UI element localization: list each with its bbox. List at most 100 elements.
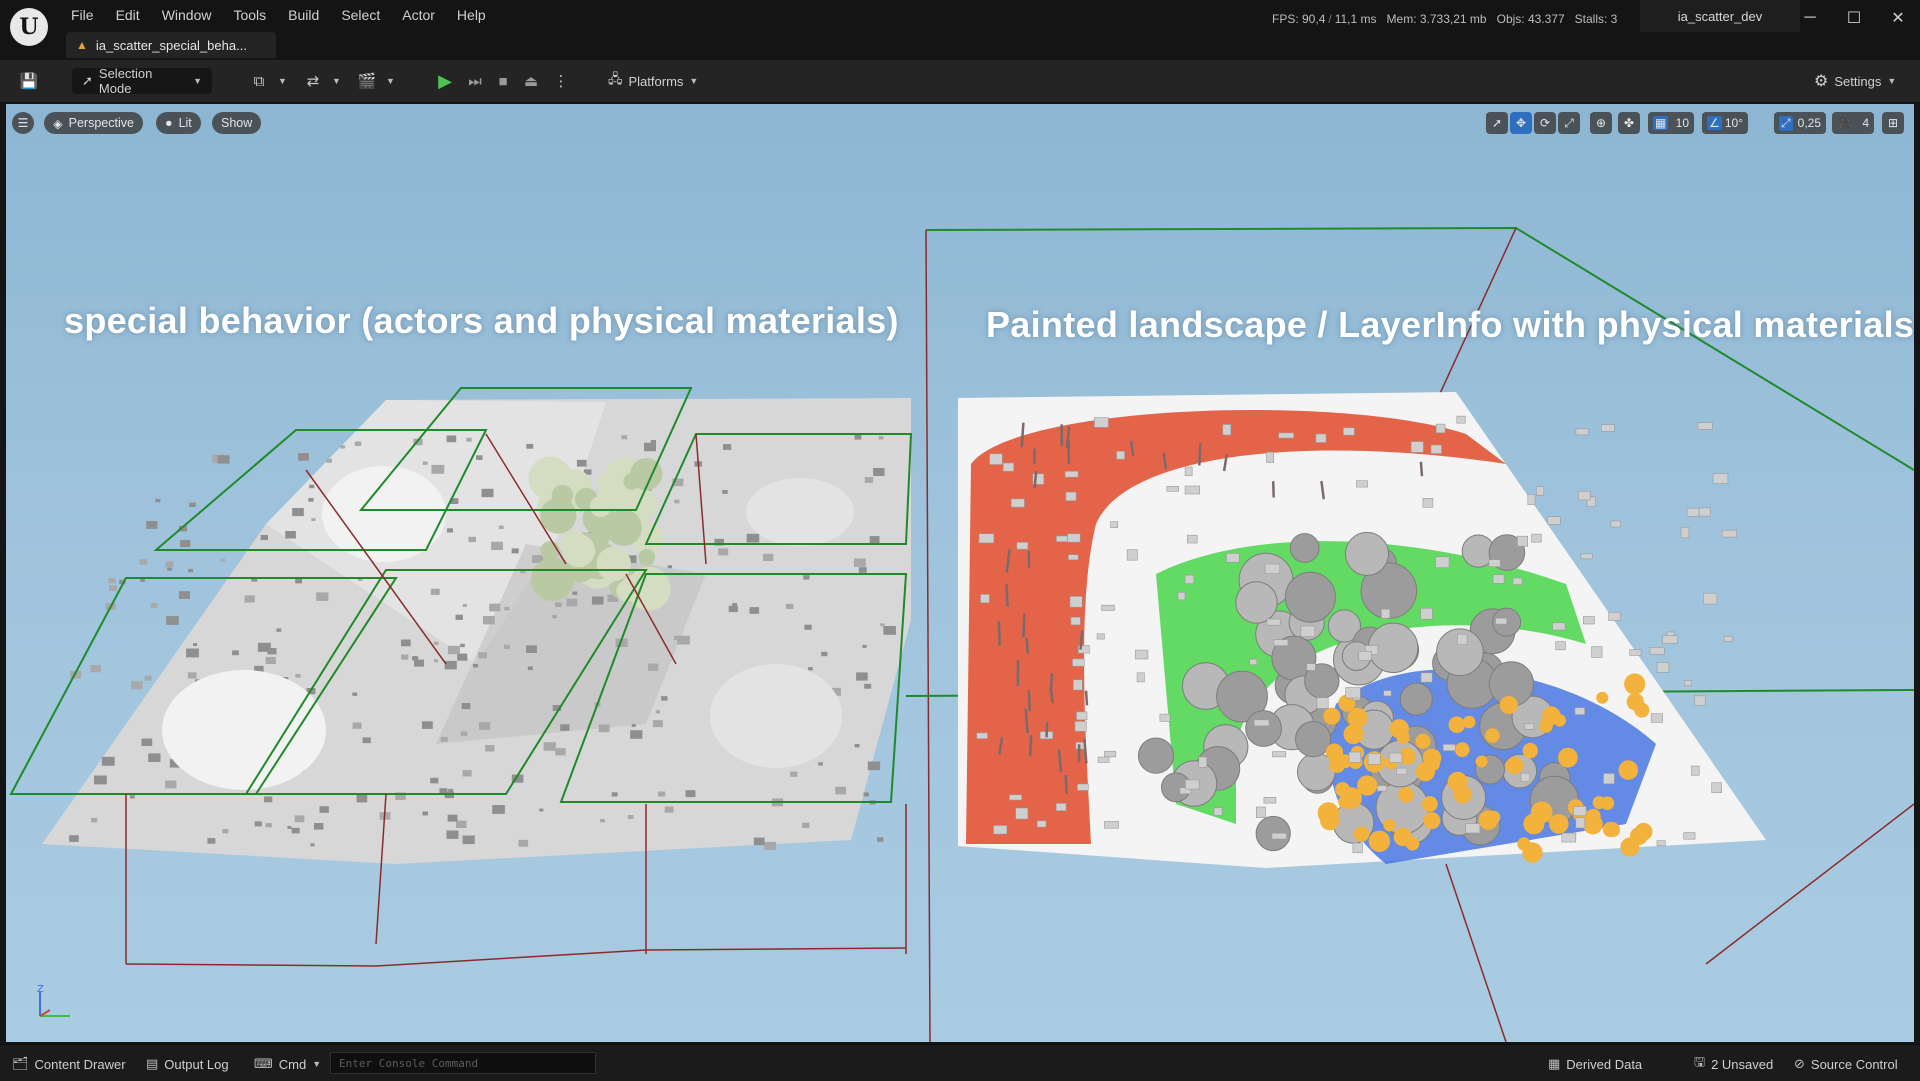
scatter-cube xyxy=(1016,808,1028,819)
scatter-cube xyxy=(1349,752,1361,762)
cmd-dropdown[interactable]: ⌨ Cmd ▼ xyxy=(254,1054,321,1074)
more-options-icon[interactable]: ⋮ xyxy=(548,68,574,94)
add-actor-button[interactable]: ⧉▼ xyxy=(246,68,287,94)
output-log-button[interactable]: ▤ Output Log xyxy=(146,1054,229,1074)
console-command-input[interactable] xyxy=(330,1052,596,1074)
scatter-rock xyxy=(90,665,100,672)
scatter-cube xyxy=(1421,608,1433,619)
scatter-rock xyxy=(855,744,860,747)
level-viewport[interactable]: special behavior (actors and physical ma… xyxy=(6,104,1914,1042)
scatter-cube xyxy=(1250,659,1257,664)
boulder-mesh xyxy=(1400,683,1432,715)
translate-tool-icon[interactable]: ✥ xyxy=(1510,112,1532,134)
scatter-rock xyxy=(264,797,272,803)
camera-icon: 🎥 xyxy=(1837,116,1852,130)
menu-tools[interactable]: Tools xyxy=(222,4,277,26)
selection-mode-dropdown[interactable]: ➚ Selection Mode ▼ xyxy=(72,68,212,94)
step-forward-icon[interactable]: ⏭ xyxy=(462,68,488,94)
select-tool-icon[interactable]: ➚ xyxy=(1486,112,1508,134)
scale-tool-icon[interactable]: ⤢ xyxy=(1558,112,1580,134)
menu-actor[interactable]: Actor xyxy=(391,4,446,26)
menu-build[interactable]: Build xyxy=(277,4,330,26)
menu-select[interactable]: Select xyxy=(330,4,391,26)
scatter-rock xyxy=(504,645,510,649)
spike-mesh xyxy=(1273,481,1274,497)
viewport-menu-icon[interactable]: ☰ xyxy=(12,112,34,134)
platforms-icon: 🖧 xyxy=(608,70,623,92)
cinematics-button[interactable]: 🎬▼ xyxy=(354,68,395,94)
source-control-button[interactable]: ⊘ Source Control xyxy=(1794,1054,1898,1074)
view-mode-button[interactable]: ● Lit xyxy=(156,112,201,134)
spike-mesh xyxy=(1066,775,1067,794)
duck-mesh xyxy=(1549,814,1569,834)
menu-file[interactable]: File xyxy=(60,4,105,26)
duck-mesh xyxy=(1383,819,1395,831)
settings-label: Settings xyxy=(1834,74,1881,89)
menu-edit[interactable]: Edit xyxy=(105,4,151,26)
scatter-cube xyxy=(1681,527,1689,538)
scatter-cube xyxy=(1583,617,1594,625)
platforms-dropdown[interactable]: 🖧 Platforms ▼ xyxy=(600,68,706,94)
scatter-rock xyxy=(718,548,728,555)
chevron-down-icon: ▼ xyxy=(689,76,698,86)
play-icon[interactable]: ▶ xyxy=(432,68,458,94)
scatter-cube xyxy=(1581,554,1593,559)
duck-mesh xyxy=(1558,748,1578,768)
scatter-rock xyxy=(285,531,296,539)
rotate-tool-icon[interactable]: ⟳ xyxy=(1534,112,1556,134)
content-drawer-button[interactable]: 🗂 Content Drawer xyxy=(12,1054,126,1074)
tree-foliage xyxy=(606,510,642,546)
unsaved-button[interactable]: 🖫 2 Unsaved xyxy=(1694,1054,1773,1074)
menu-window[interactable]: Window xyxy=(151,4,223,26)
settings-dropdown[interactable]: ⚙ Settings ▼ xyxy=(1808,68,1902,94)
scatter-cube xyxy=(977,733,988,739)
derived-data-button[interactable]: ▦ Derived Data xyxy=(1548,1054,1642,1074)
scatter-cube xyxy=(1071,617,1080,625)
scatter-cube xyxy=(1343,428,1354,435)
save-icon[interactable]: 💾 xyxy=(16,68,42,94)
surface-snap-icon[interactable]: ✤ xyxy=(1618,112,1640,134)
scatter-cube xyxy=(1227,553,1240,562)
perspective-button[interactable]: ◈ Perspective xyxy=(44,112,143,134)
duck-mesh xyxy=(1357,775,1377,795)
spike-mesh xyxy=(1027,638,1028,654)
close-icon[interactable]: ✕ xyxy=(1880,6,1916,30)
scatter-cube xyxy=(1384,691,1392,696)
scatter-rock xyxy=(466,438,472,442)
duck-mesh xyxy=(1390,719,1409,738)
scatter-cube xyxy=(1264,797,1276,803)
scatter-cube xyxy=(1272,833,1287,839)
scatter-rock xyxy=(835,787,846,795)
grid-snap-toggle[interactable]: ▦ 10 xyxy=(1648,112,1694,134)
level-tab[interactable]: ▲ ia_scatter_special_beha... xyxy=(66,32,276,58)
scatter-rock xyxy=(855,435,862,440)
scatter-rock xyxy=(151,603,158,608)
scatter-rock xyxy=(526,645,537,653)
show-button[interactable]: Show xyxy=(212,112,261,134)
scatter-rock xyxy=(612,792,618,796)
scatter-rock xyxy=(109,585,117,591)
scatter-cube xyxy=(1056,536,1067,542)
scatter-cube xyxy=(1073,659,1085,666)
blueprint-button[interactable]: ⇄▼ xyxy=(300,68,341,94)
viewport-layout-icon[interactable]: ⊞ xyxy=(1882,112,1904,134)
scatter-rock xyxy=(560,724,569,731)
minimize-icon[interactable]: ─ xyxy=(1792,6,1828,30)
scatter-rock xyxy=(750,607,760,614)
dome-mesh xyxy=(710,664,842,768)
maximize-icon[interactable]: ☐ xyxy=(1836,6,1872,30)
world-local-icon[interactable]: ⊕ xyxy=(1590,112,1612,134)
menu-help[interactable]: Help xyxy=(446,4,497,26)
scale-snap-toggle[interactable]: ⤢ 0,25 xyxy=(1774,112,1826,134)
scatter-cube xyxy=(1663,636,1678,644)
scatter-rock xyxy=(155,499,160,503)
scatter-rock xyxy=(165,781,176,789)
camera-speed-button[interactable]: 🎥 4 xyxy=(1832,112,1874,134)
scatter-cube xyxy=(981,594,990,602)
eject-icon[interactable]: ⏏ xyxy=(518,68,544,94)
unreal-logo-icon[interactable]: U xyxy=(10,8,48,46)
blueprint-icon: ⇄ xyxy=(300,68,326,94)
stop-icon[interactable]: ■ xyxy=(490,68,516,94)
rotation-snap-toggle[interactable]: ∠ 10° xyxy=(1702,112,1748,134)
bounds-box-line xyxy=(1446,864,1506,1042)
